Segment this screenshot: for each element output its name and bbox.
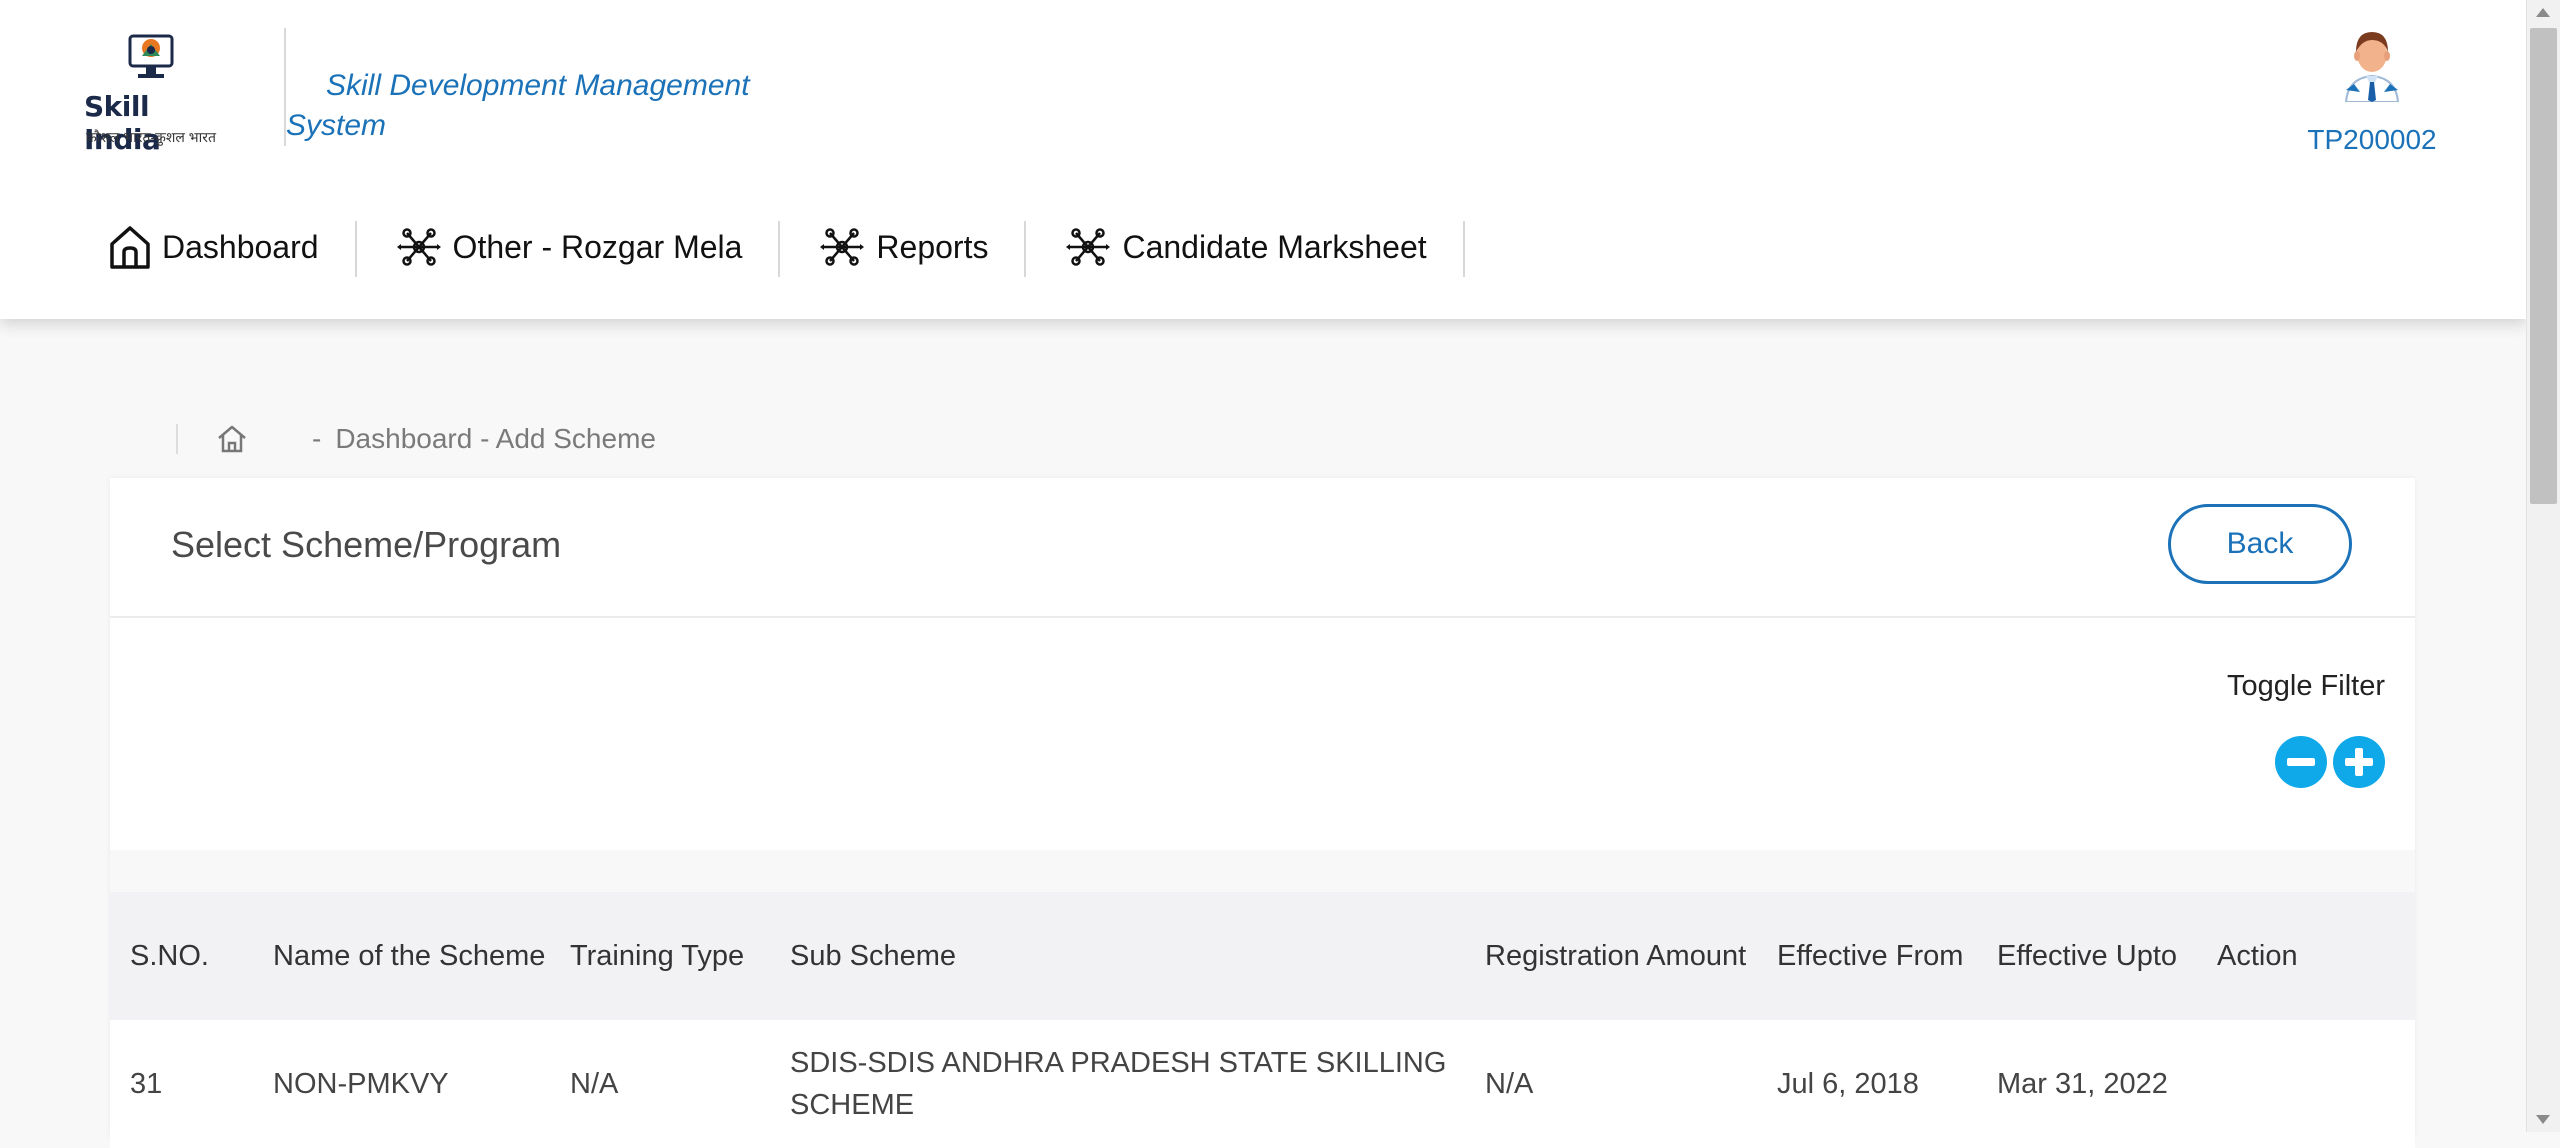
nav-item-dashboard[interactable]: Dashboard xyxy=(108,217,357,277)
header-scheme-name: Name of the Scheme xyxy=(273,940,546,972)
filter-area: Toggle Filter xyxy=(110,618,2415,850)
nav-item-rozgar-mela[interactable]: Other - Rozgar Mela xyxy=(357,217,781,277)
logo-tagline: कौशल भारत-कुशल भारत xyxy=(86,129,216,145)
card-header: Select Scheme/Program Back xyxy=(110,478,2415,618)
home-icon xyxy=(110,226,150,269)
header-registration-amount: Registration Amount xyxy=(1485,940,1747,972)
plus-icon-vertical xyxy=(2355,748,2363,776)
cell-sub-scheme: SDIS-SDIS ANDHRA PRADESH STATE SKILLING … xyxy=(790,1047,1447,1121)
scheme-table: S.NO. Name of the Scheme Training Type S… xyxy=(110,892,2415,1148)
nav-label: Reports xyxy=(876,228,989,265)
nav-item-candidate-marksheet[interactable]: Candidate Marksheet xyxy=(1026,217,1465,277)
cell-effective-from: Jul 6, 2018 xyxy=(1777,1068,1919,1100)
header-effective-upto: Effective Upto xyxy=(1997,940,2178,972)
nav-label: Other - Rozgar Mela xyxy=(452,228,743,265)
header-sno: S.NO. xyxy=(130,940,209,972)
scrollbar-thumb[interactable] xyxy=(2530,28,2557,504)
nav-item-reports[interactable]: Reports xyxy=(780,217,1027,277)
top-header: Skill India कौशल भारत-कुशल भारत Skill De… xyxy=(0,0,2527,319)
table-gap xyxy=(110,850,2415,892)
logo-emblem-icon xyxy=(128,34,174,78)
app-title: Skill Development Management System xyxy=(286,69,750,142)
cell-action[interactable] xyxy=(2217,1020,2397,1148)
network-icon xyxy=(396,228,441,266)
minus-icon xyxy=(2287,758,2315,766)
header-action: Action xyxy=(2217,940,2298,972)
table-row[interactable]: 31 NON-PMKVY N/A SDIS-SDIS ANDHRA PRADES… xyxy=(110,1020,2415,1148)
cell-sno: 31 xyxy=(130,1068,163,1100)
user-avatar-icon[interactable] xyxy=(2336,26,2408,102)
expand-filter-button[interactable] xyxy=(2333,736,2385,788)
header-sub-scheme: Sub Scheme xyxy=(790,940,957,972)
network-icon xyxy=(820,228,865,266)
cell-training-type: N/A xyxy=(570,1068,619,1100)
cell-effective-upto: Mar 31, 2022 xyxy=(1997,1068,2168,1100)
scroll-down-icon[interactable] xyxy=(2536,1115,2550,1124)
collapse-filter-button[interactable] xyxy=(2275,736,2327,788)
page-scrollbar[interactable] xyxy=(2526,0,2560,1132)
cell-scheme-name: NON-PMKVY xyxy=(273,1068,449,1100)
card-title: Select Scheme/Program xyxy=(171,524,562,565)
cell-registration-amount: N/A xyxy=(1485,1068,1534,1100)
scroll-up-icon[interactable] xyxy=(2536,8,2550,17)
nav-label: Dashboard xyxy=(162,228,319,265)
breadcrumb-separator: - xyxy=(312,423,322,454)
breadcrumb: - Dashboard - Add Scheme xyxy=(176,418,656,460)
toggle-filter-label: Toggle Filter xyxy=(2227,670,2385,702)
header-effective-from: Effective From xyxy=(1777,940,1964,972)
table-header-row: S.NO. Name of the Scheme Training Type S… xyxy=(110,892,2415,1020)
breadcrumb-divider xyxy=(176,424,178,454)
skill-india-logo[interactable]: Skill India कौशल भारत-कुशल भारत xyxy=(80,32,230,156)
main-nav: Dashboard Other - Rozgar Mela Reports Ca… xyxy=(108,212,1465,282)
header-training-type: Training Type xyxy=(570,940,745,972)
home-icon[interactable] xyxy=(216,423,248,455)
scheme-card: Select Scheme/Program Back Toggle Filter… xyxy=(110,478,2415,1148)
user-id[interactable]: TP200002 xyxy=(2300,124,2444,156)
network-icon xyxy=(1066,228,1111,266)
nav-label: Candidate Marksheet xyxy=(1122,228,1427,265)
back-button[interactable]: Back xyxy=(2168,504,2352,584)
breadcrumb-path: Dashboard - Add Scheme xyxy=(335,423,656,454)
